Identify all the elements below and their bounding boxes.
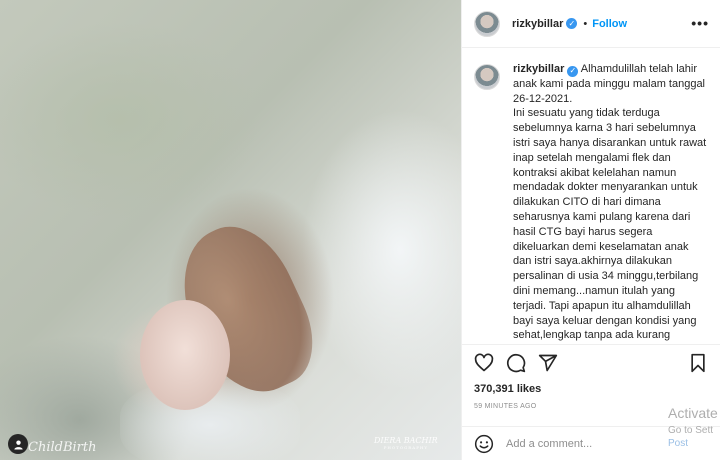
caption-verified-badge-icon: ✓	[567, 65, 579, 77]
watermark-photographer: DIERA BACHIR PHOTOGRAPHY	[374, 436, 438, 450]
watermark-childbirth: ChildBirth	[28, 440, 97, 455]
verified-badge-icon: ✓	[566, 18, 578, 29]
avatar[interactable]	[474, 10, 500, 37]
heart-icon[interactable]	[474, 353, 494, 373]
photo-baby-hand	[140, 300, 230, 410]
more-options-icon[interactable]: •••	[691, 15, 709, 31]
person-icon	[13, 439, 23, 450]
emoji-icon[interactable]	[474, 434, 494, 454]
post-header: rizkybillar ✓ • Follow •••	[462, 0, 720, 48]
comment-icon[interactable]	[506, 353, 526, 373]
post-photo[interactable]: ChildBirth DIERA BACHIR PHOTOGRAPHY	[0, 0, 461, 460]
caption-username[interactable]: rizkybillar	[513, 63, 564, 75]
caption-avatar[interactable]	[474, 64, 500, 90]
caption-body: rizkybillar ✓ Alhamdulillah telah lahir a…	[513, 62, 708, 344]
action-bar	[462, 344, 720, 376]
caption: rizkybillar ✓ Alhamdulillah telah lahir a…	[474, 62, 714, 344]
header-separator: •	[583, 17, 588, 30]
caption-text: Alhamdulillah telah lahir anak kami pada…	[513, 63, 707, 342]
follow-button[interactable]: Follow	[592, 18, 627, 30]
like-count[interactable]: 370,391 likes	[474, 383, 541, 395]
instagram-post: ChildBirth DIERA BACHIR PHOTOGRAPHY rizk…	[0, 0, 720, 460]
share-icon[interactable]	[538, 353, 558, 373]
user-tag-button[interactable]	[8, 434, 28, 454]
watermark-photographer-sub: PHOTOGRAPHY	[383, 444, 429, 450]
post-timestamp[interactable]: 59 MINUTES AGO	[474, 403, 537, 410]
bookmark-icon[interactable]	[689, 353, 707, 373]
comment-input[interactable]	[506, 437, 676, 450]
header-username[interactable]: rizkybillar	[512, 18, 563, 30]
post-side-panel: rizkybillar ✓ • Follow ••• rizkybillar ✓ …	[461, 0, 720, 460]
comment-bar	[462, 426, 720, 460]
